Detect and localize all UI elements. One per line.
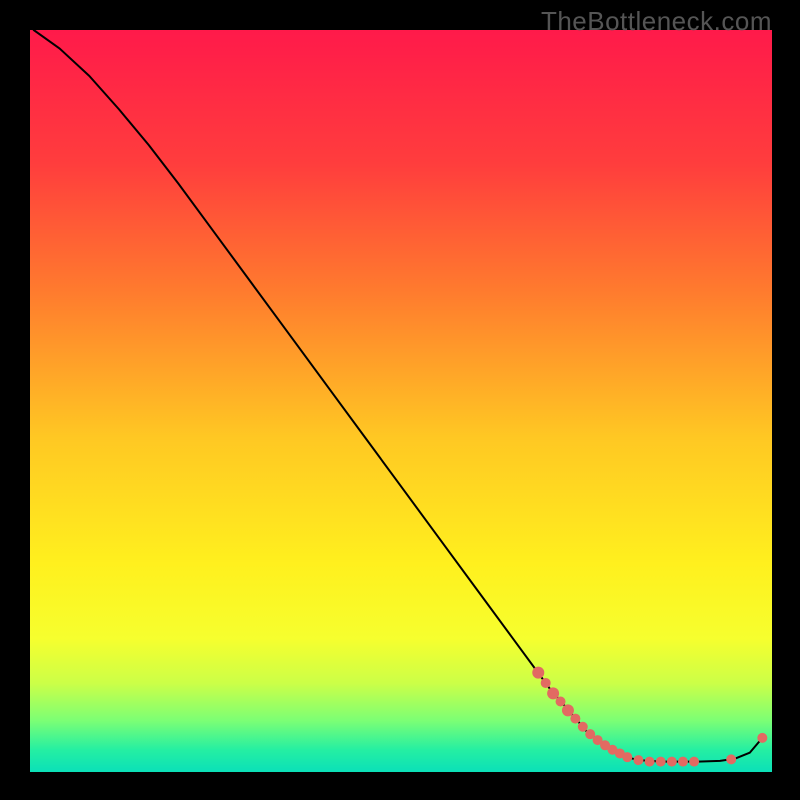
highlight-dot bbox=[633, 755, 643, 765]
highlight-dot bbox=[556, 697, 566, 707]
highlight-dot bbox=[656, 757, 666, 767]
chart-highlight-dots bbox=[30, 30, 772, 772]
highlight-dot bbox=[547, 687, 559, 699]
highlight-dot bbox=[678, 757, 688, 767]
chart-plot-area bbox=[30, 30, 772, 772]
highlight-dot bbox=[645, 757, 655, 767]
highlight-dot bbox=[757, 733, 767, 743]
highlight-dot bbox=[578, 722, 588, 732]
watermark-text: TheBottleneck.com bbox=[541, 6, 772, 37]
highlight-dot bbox=[689, 757, 699, 767]
highlight-dot bbox=[570, 714, 580, 724]
highlight-dot bbox=[562, 704, 574, 716]
highlight-dot bbox=[541, 678, 551, 688]
highlight-dot bbox=[667, 757, 677, 767]
highlight-dot bbox=[622, 752, 632, 762]
highlight-dot bbox=[726, 754, 736, 764]
highlight-dot bbox=[532, 667, 544, 679]
